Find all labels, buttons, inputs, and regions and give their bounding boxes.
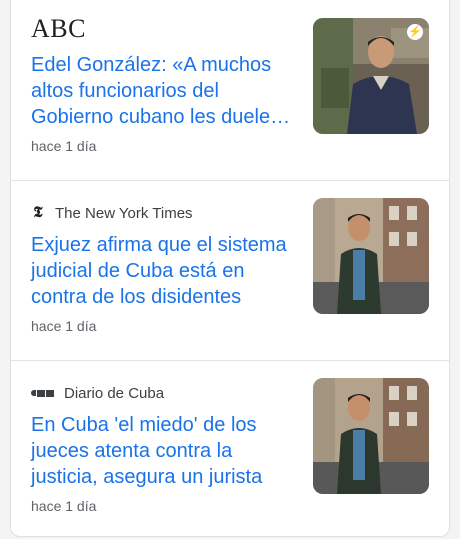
diario-de-cuba-logo-icon [31,389,54,397]
article-time: hace 1 día [31,498,97,514]
nyt-logo-icon: 𝕿 [33,205,43,221]
source-row: Diario de Cuba [31,382,164,404]
article-time: hace 1 día [31,318,97,334]
source-row: 𝕿 The New York Times [31,202,193,224]
article-time: hace 1 día [31,138,97,154]
article-thumbnail[interactable]: ⚡ [313,18,429,134]
article-headline[interactable]: Edel González: «A muchos altos funcionar… [31,52,297,130]
thumbnail-photo [313,378,429,494]
news-item-nyt[interactable]: 𝕿 The New York Times Exjuez afirma que e… [11,180,449,359]
abc-logo: ABC [31,14,86,43]
news-item-diario-de-cuba[interactable]: Diario de Cuba En Cuba 'el miedo' de los… [11,360,449,539]
article-thumbnail[interactable] [313,198,429,314]
news-item-abc[interactable]: ABC Edel González: «A muchos altos funci… [11,0,449,179]
source-name: Diario de Cuba [64,384,165,402]
source-row: ABC [31,14,86,43]
amp-bolt-icon: ⚡ [407,24,423,40]
article-headline[interactable]: En Cuba 'el miedo' de los jueces atenta … [31,412,297,490]
news-card: ABC Edel González: «A muchos altos funci… [10,0,450,537]
source-name: The New York Times [55,204,193,222]
thumbnail-photo [313,198,429,314]
article-thumbnail[interactable] [313,378,429,494]
article-headline[interactable]: Exjuez afirma que el sistema judicial de… [31,232,297,310]
